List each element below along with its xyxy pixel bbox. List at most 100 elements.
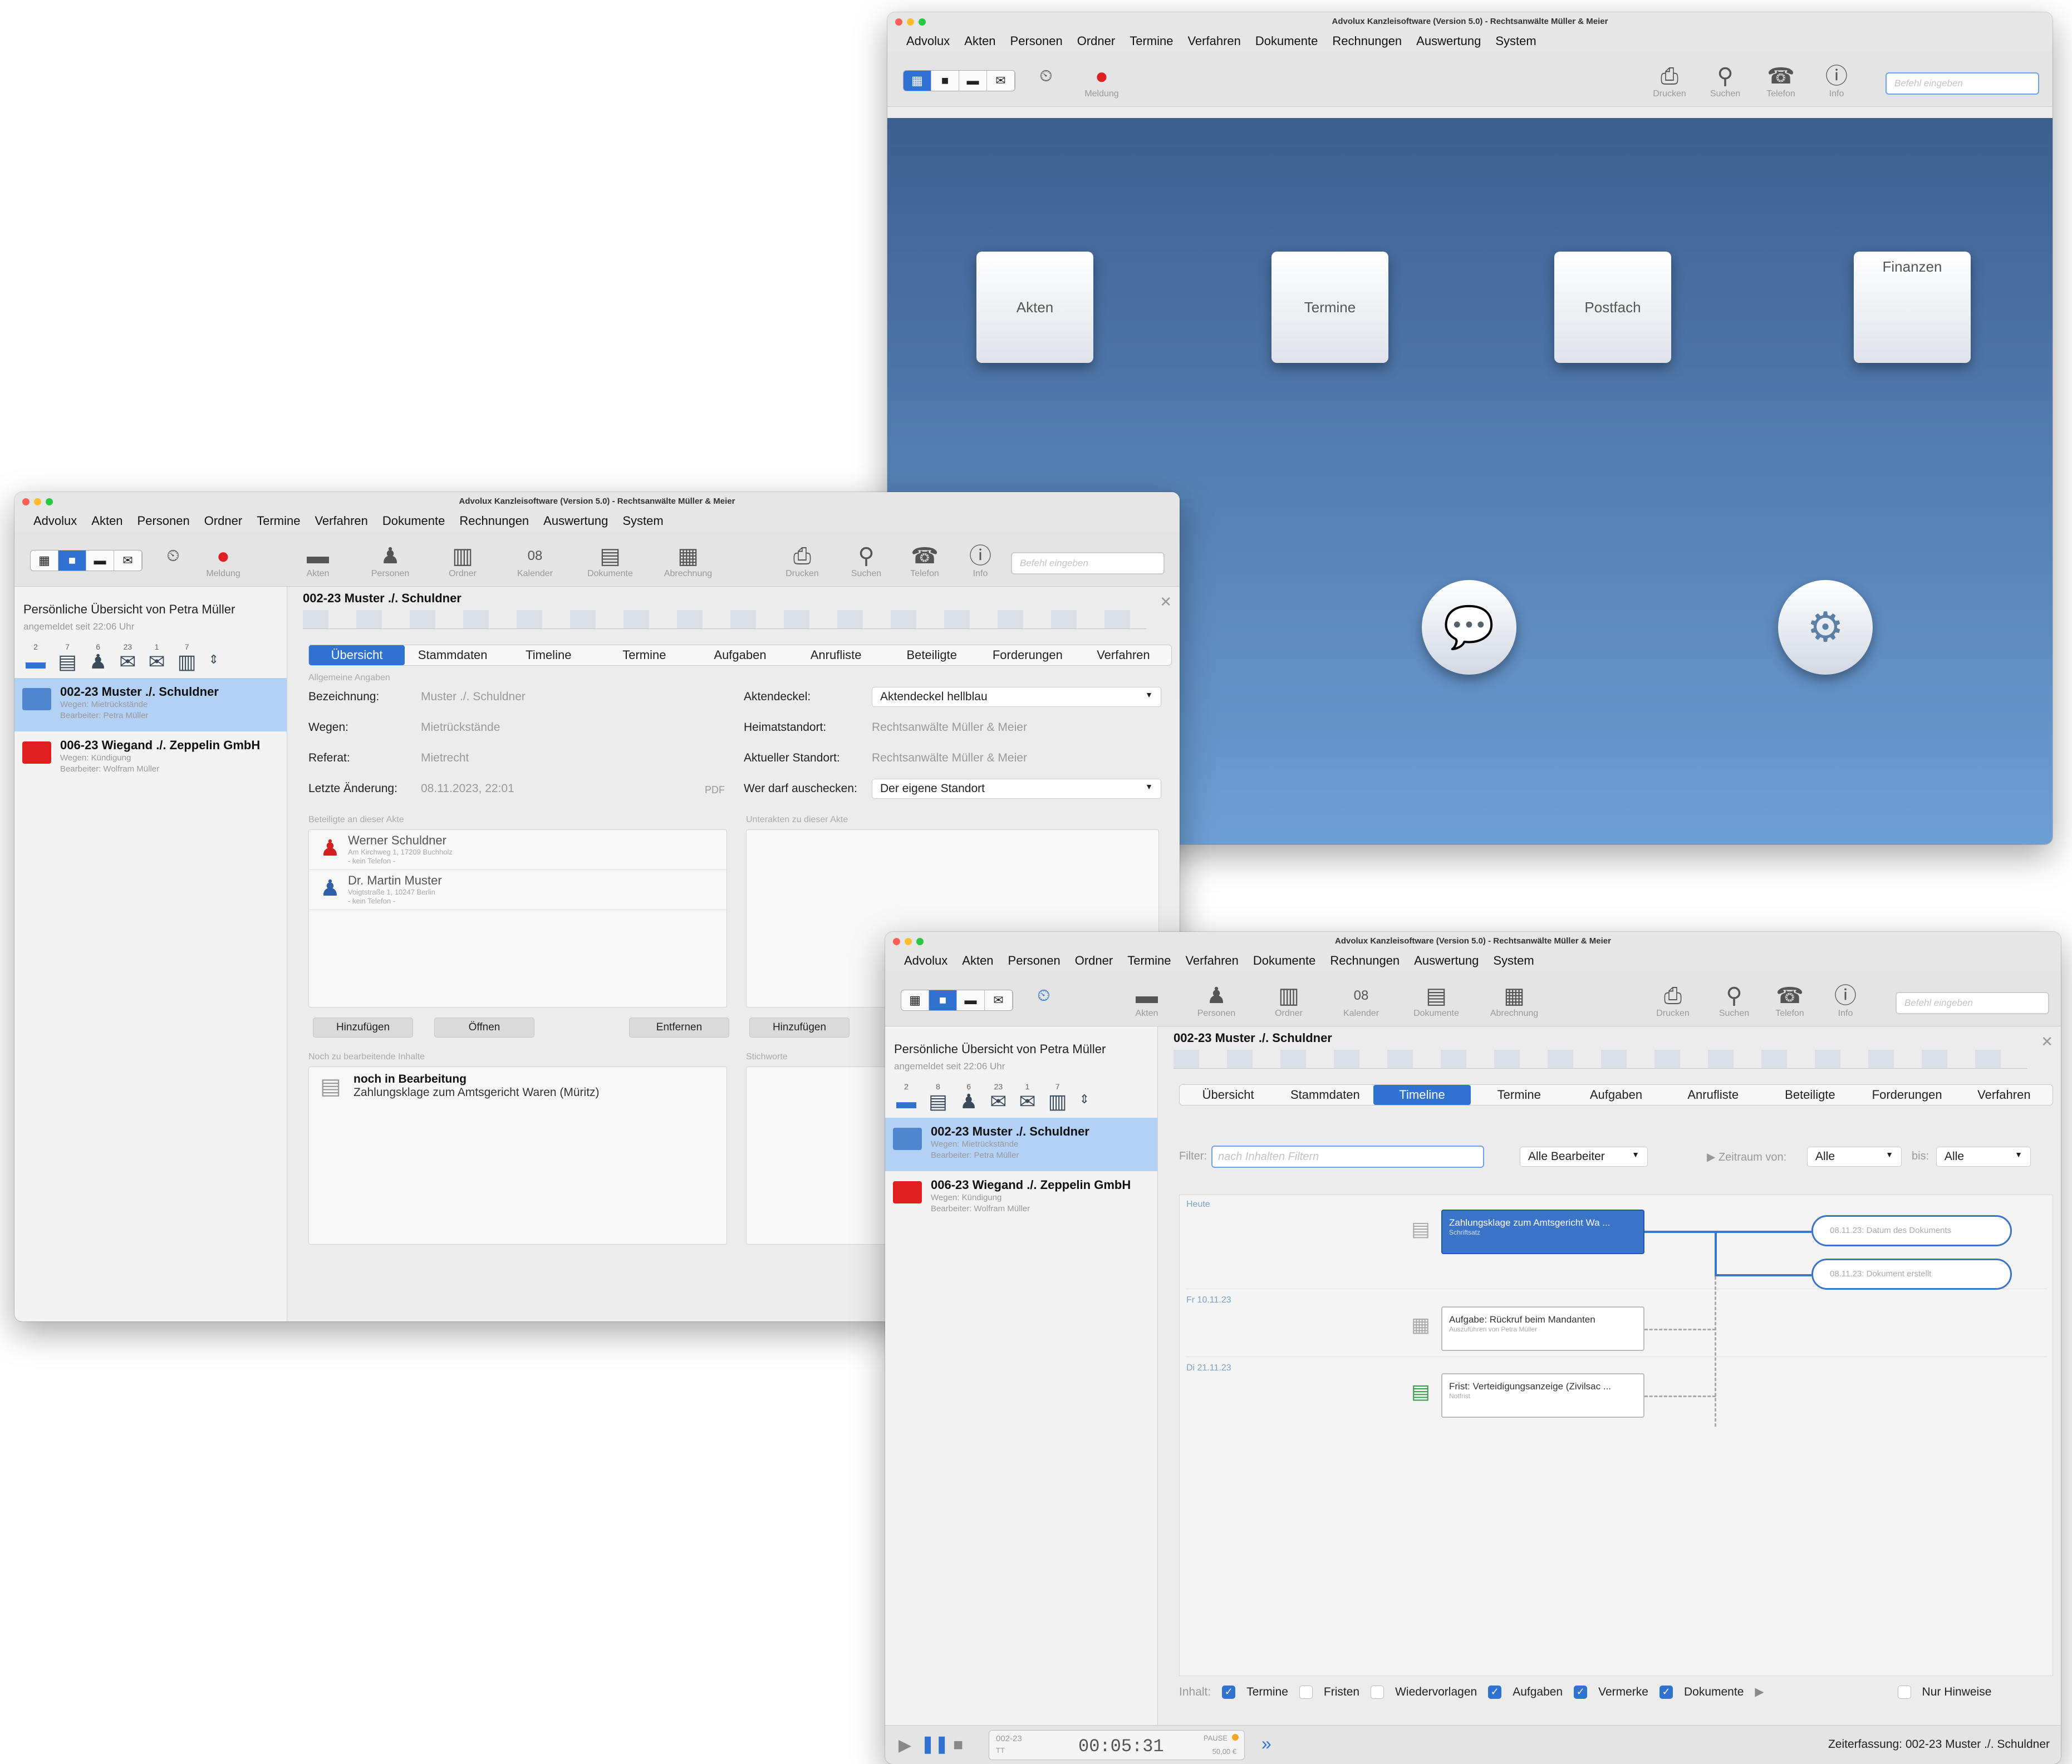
- tab-aufgaben[interactable]: Aufgaben: [1568, 1085, 1665, 1105]
- menu-auswertung[interactable]: Auswertung: [1416, 31, 1481, 51]
- personen-button[interactable]: ♟ Personen: [365, 543, 415, 579]
- close-icon[interactable]: ✕: [2041, 1033, 2053, 1050]
- command-input[interactable]: Befehl eingeben: [1886, 72, 2039, 95]
- menu-akten[interactable]: Akten: [962, 951, 993, 971]
- dokumente-button[interactable]: ▤ Dokumente: [585, 543, 635, 579]
- counter-nachrichten[interactable]: 1 ✉: [1019, 1082, 1035, 1112]
- remove-beteiligte-button[interactable]: Entfernen: [629, 1018, 729, 1038]
- tab-timeline[interactable]: Timeline: [500, 645, 596, 665]
- tab-timeline[interactable]: Timeline: [1373, 1085, 1471, 1105]
- double-chevron-icon[interactable]: »: [1261, 1733, 1271, 1754]
- command-input[interactable]: Befehl eingeben: [1011, 552, 1165, 574]
- menu-personen[interactable]: Personen: [138, 511, 190, 531]
- zoom-window-button[interactable]: [919, 18, 926, 26]
- dashboard-view-icon[interactable]: ▦: [31, 551, 58, 571]
- folder-view-icon[interactable]: ■: [929, 990, 957, 1010]
- menu-rechnungen[interactable]: Rechnungen: [1332, 31, 1402, 51]
- abrechnung-button[interactable]: ▦ Abrechnung: [663, 543, 713, 579]
- termine-checkbox[interactable]: ✓: [1222, 1685, 1236, 1699]
- tab-anrufliste[interactable]: Anrufliste: [788, 645, 884, 665]
- menu-system[interactable]: System: [622, 511, 663, 531]
- menu-verfahren[interactable]: Verfahren: [1185, 951, 1238, 971]
- counter-more[interactable]: ⇕: [1079, 1082, 1089, 1112]
- dashboard-postfach[interactable]: Postfach: [1554, 252, 1682, 385]
- tab-aufgaben[interactable]: Aufgaben: [692, 645, 788, 665]
- counter-ordner[interactable]: 7 ▥: [178, 642, 197, 672]
- mail-view-icon[interactable]: ✉: [987, 71, 1015, 91]
- menu-ordner[interactable]: Ordner: [1077, 31, 1115, 51]
- akten-button[interactable]: ▬ Akten: [1122, 983, 1172, 1019]
- suchen-button[interactable]: ⚲ Suchen: [841, 543, 891, 579]
- menu-auswertung[interactable]: Auswertung: [543, 511, 608, 531]
- counter-nachrichten[interactable]: 1 ✉: [148, 642, 165, 672]
- menu-personen[interactable]: Personen: [1008, 951, 1060, 971]
- tab-termine[interactable]: Termine: [596, 645, 692, 665]
- counter-ordner[interactable]: 7 ▥: [1048, 1082, 1067, 1112]
- counter-personen[interactable]: 6 ♟: [960, 1082, 978, 1112]
- zeitraum-von-select[interactable]: Alle ▼: [1807, 1147, 1902, 1167]
- list-item[interactable]: ♟ Dr. Martin Muster Voigtstraße 1, 10247…: [309, 870, 726, 910]
- tab-stammdaten[interactable]: Stammdaten: [405, 645, 500, 665]
- filter-input[interactable]: nach Inhalten Filtern: [1211, 1146, 1484, 1168]
- meldung-button[interactable]: ● Meldung: [198, 543, 248, 579]
- zoom-window-button[interactable]: [46, 498, 53, 505]
- dokumente-checkbox[interactable]: ✓: [1659, 1685, 1673, 1699]
- calendar-view-icon[interactable]: ▬: [86, 551, 114, 571]
- menu-rechnungen[interactable]: Rechnungen: [1330, 951, 1400, 971]
- suchen-button[interactable]: ⚲ Suchen: [1700, 63, 1750, 99]
- suchen-button[interactable]: ⚲ Suchen: [1709, 983, 1759, 1019]
- abrechnung-button[interactable]: ▦ Abrechnung: [1489, 983, 1539, 1019]
- ordner-button[interactable]: ▥ Ordner: [1264, 983, 1314, 1019]
- minimize-window-button[interactable]: [907, 18, 914, 26]
- play-icon[interactable]: ▶: [898, 1736, 911, 1755]
- menu-auswertung[interactable]: Auswertung: [1414, 951, 1479, 971]
- dashboard-termine[interactable]: Termine: [1271, 252, 1400, 385]
- clock-button[interactable]: ⏲: [1019, 983, 1069, 1009]
- drucken-button[interactable]: ⎙ Drucken: [1648, 983, 1698, 1019]
- calendar-view-icon[interactable]: ▬: [959, 71, 987, 91]
- menu-advolux[interactable]: Advolux: [904, 951, 947, 971]
- dashboard-messages[interactable]: 💬: [1422, 580, 1550, 714]
- pdf-icon[interactable]: PDF: [705, 784, 725, 796]
- tab-beteiligte[interactable]: Beteiligte: [884, 645, 980, 665]
- drucken-button[interactable]: ⎙ Drucken: [1644, 63, 1695, 99]
- clock-button[interactable]: ⏲: [1021, 63, 1071, 89]
- add-unterakte-button[interactable]: Hinzufügen: [749, 1018, 850, 1038]
- telefon-button[interactable]: ☎ Telefon: [1765, 983, 1815, 1019]
- fristen-checkbox[interactable]: [1299, 1685, 1313, 1699]
- menu-termine[interactable]: Termine: [257, 511, 300, 531]
- menu-dokumente[interactable]: Dokumente: [1253, 951, 1316, 971]
- dashboard-view-icon[interactable]: ▦: [904, 71, 931, 91]
- counter-personen[interactable]: 6 ♟: [89, 642, 107, 672]
- counter-akten[interactable]: 2 ▬: [26, 642, 46, 672]
- dashboard-view-icon[interactable]: ▦: [901, 990, 929, 1010]
- personen-button[interactable]: ♟ Personen: [1191, 983, 1241, 1019]
- counter-termine[interactable]: 7 ▤: [58, 642, 77, 672]
- case-item[interactable]: 006-23 Wiegand ./. Zeppelin GmbH Wegen: …: [885, 1171, 1157, 1225]
- tab-termine[interactable]: Termine: [1471, 1085, 1568, 1105]
- ordner-button[interactable]: ▥ Ordner: [438, 543, 488, 579]
- close-window-button[interactable]: [895, 18, 902, 26]
- timeline-event-task[interactable]: Aufgabe: Rückruf beim Mandanten Auszufüh…: [1441, 1306, 1644, 1351]
- nur-hinweise-checkbox[interactable]: [1897, 1685, 1911, 1699]
- menu-verfahren[interactable]: Verfahren: [315, 511, 367, 531]
- menu-ordner[interactable]: Ordner: [1075, 951, 1113, 971]
- clock-button[interactable]: ⏲: [148, 543, 198, 569]
- minimize-window-button[interactable]: [905, 938, 912, 945]
- counter-akten[interactable]: 2 ▬: [896, 1082, 916, 1112]
- auschecken-select[interactable]: Der eigene Standort ▼: [872, 779, 1161, 799]
- close-icon[interactable]: ✕: [1160, 593, 1172, 611]
- tab-stammdaten[interactable]: Stammdaten: [1276, 1085, 1373, 1105]
- tab-uebersicht[interactable]: Übersicht: [1180, 1085, 1276, 1105]
- folder-view-icon[interactable]: ■: [931, 71, 959, 91]
- aufgaben-checkbox[interactable]: ✓: [1488, 1685, 1502, 1699]
- folder-view-icon[interactable]: ■: [58, 551, 86, 571]
- mail-view-icon[interactable]: ✉: [985, 990, 1013, 1010]
- stop-icon[interactable]: ■: [953, 1736, 963, 1755]
- menu-system[interactable]: System: [1493, 951, 1534, 971]
- telefon-button[interactable]: ☎ Telefon: [900, 543, 950, 579]
- tab-verfahren[interactable]: Verfahren: [1076, 645, 1171, 665]
- zoom-window-button[interactable]: [916, 938, 924, 945]
- kalender-button[interactable]: 08 Kalender: [1336, 983, 1386, 1019]
- drucken-button[interactable]: ⎙ Drucken: [777, 543, 827, 579]
